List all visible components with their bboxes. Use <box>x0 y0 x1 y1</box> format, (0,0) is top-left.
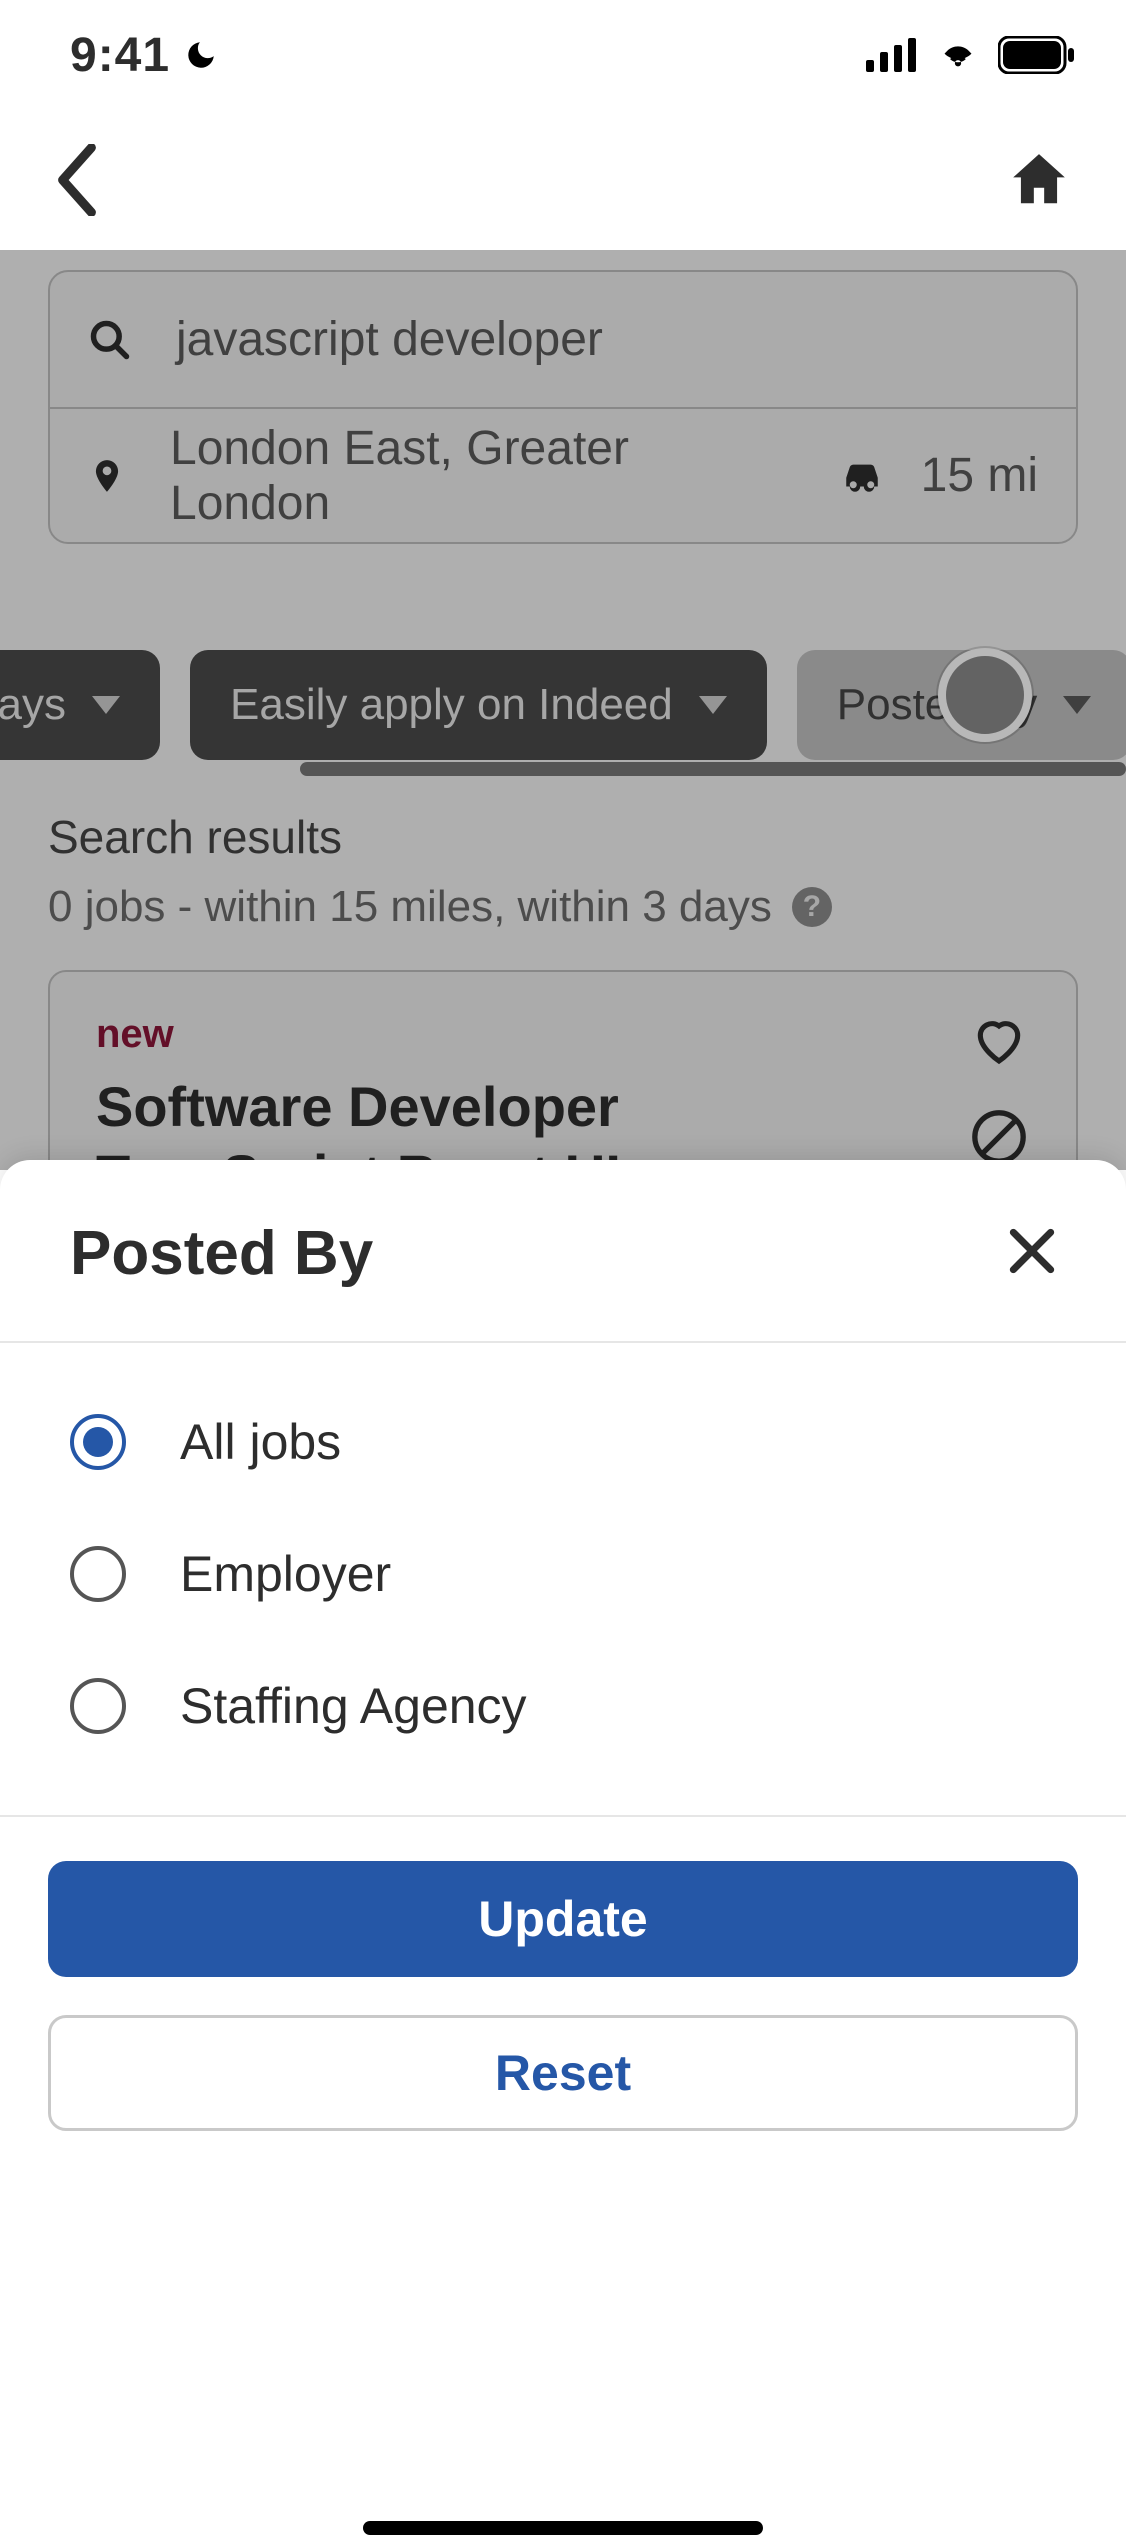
radio-unselected-icon <box>70 1678 126 1734</box>
home-icon <box>1007 149 1071 211</box>
cellular-signal-icon <box>866 38 918 72</box>
sheet-actions: Update Reset <box>0 1815 1126 2191</box>
option-label: All jobs <box>180 1413 341 1471</box>
radio-selected-icon <box>70 1414 126 1470</box>
button-label: Reset <box>495 2044 631 2102</box>
status-right <box>866 36 1076 74</box>
nav-bar <box>0 110 1126 250</box>
sheet-header: Posted By <box>0 1160 1126 1341</box>
close-button[interactable] <box>1004 1223 1060 1284</box>
status-time: 9:41 <box>70 28 170 83</box>
close-icon <box>1004 1223 1060 1279</box>
update-button[interactable]: Update <box>48 1861 1078 1977</box>
option-employer[interactable]: Employer <box>70 1545 1056 1603</box>
chevron-left-icon <box>55 144 99 216</box>
sheet-title: Posted By <box>70 1218 373 1289</box>
search-page-dimmed: javascript developer London East, Greate… <box>0 250 1126 1170</box>
button-label: Update <box>478 1890 647 1948</box>
battery-icon <box>998 36 1076 74</box>
posted-by-sheet: Posted By All jobs Employer Staffing Age… <box>0 1160 1126 2535</box>
option-label: Employer <box>180 1545 391 1603</box>
do-not-disturb-moon-icon <box>184 38 218 72</box>
radio-unselected-icon <box>70 1546 126 1602</box>
backdrop-overlay[interactable] <box>0 250 1126 1170</box>
option-all-jobs[interactable]: All jobs <box>70 1413 1056 1471</box>
home-indicator <box>363 2521 763 2535</box>
wifi-icon <box>934 38 982 72</box>
status-left: 9:41 <box>70 28 218 83</box>
back-button[interactable] <box>55 144 99 216</box>
reset-button[interactable]: Reset <box>48 2015 1078 2131</box>
option-label: Staffing Agency <box>180 1677 527 1735</box>
option-staffing-agency[interactable]: Staffing Agency <box>70 1677 1056 1735</box>
home-button[interactable] <box>1007 149 1071 211</box>
status-bar: 9:41 <box>0 0 1126 110</box>
options-list: All jobs Employer Staffing Agency <box>0 1343 1126 1815</box>
